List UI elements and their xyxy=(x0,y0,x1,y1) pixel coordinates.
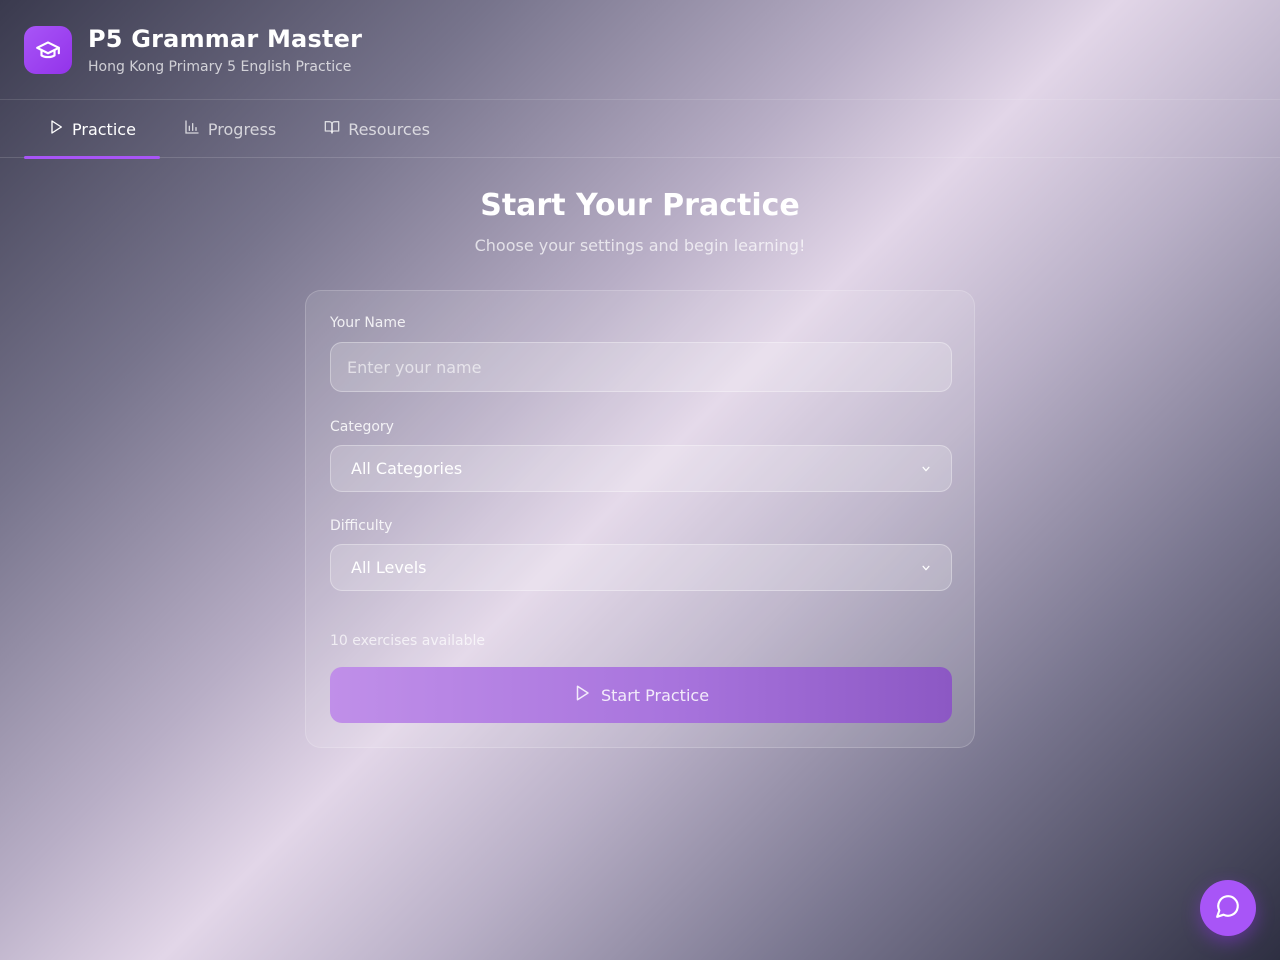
bar-chart-icon xyxy=(184,119,200,139)
app-title: P5 Grammar Master xyxy=(88,24,363,53)
practice-settings-card: Your Name Category All Categories Diffic… xyxy=(305,290,975,748)
tab-resources-label: Resources xyxy=(348,119,430,139)
tab-practice-label: Practice xyxy=(72,119,136,139)
page-title: Start Your Practice xyxy=(480,188,800,223)
play-icon xyxy=(48,119,64,139)
graduation-cap-icon xyxy=(24,25,72,74)
chat-button[interactable] xyxy=(1200,880,1256,936)
category-selected-value: All Categories xyxy=(351,459,463,478)
start-practice-label: Start Practice xyxy=(600,685,710,705)
play-icon xyxy=(573,684,591,706)
chat-bubble-icon xyxy=(1215,893,1241,923)
app-title-block: P5 Grammar Master Hong Kong Primary 5 En… xyxy=(88,25,362,75)
app-subtitle: Hong Kong Primary 5 English Practice xyxy=(88,58,352,75)
name-input[interactable] xyxy=(330,342,952,392)
book-open-icon xyxy=(324,119,340,139)
difficulty-selected-value: All Levels xyxy=(351,558,427,577)
exercise-count: 10 exercises available xyxy=(330,633,485,649)
category-label: Category xyxy=(330,419,394,435)
difficulty-select[interactable]: All Levels xyxy=(330,544,952,591)
category-select[interactable]: All Categories xyxy=(330,445,952,492)
difficulty-label: Difficulty xyxy=(330,518,393,534)
tab-progress[interactable]: Progress xyxy=(160,100,300,158)
tab-resources[interactable]: Resources xyxy=(300,100,454,158)
tab-progress-label: Progress xyxy=(207,119,277,139)
main-tabs: Practice Progress Resources xyxy=(0,100,1280,159)
start-practice-button[interactable]: Start Practice xyxy=(330,667,952,723)
chevron-down-icon xyxy=(921,459,931,478)
app-header: P5 Grammar Master Hong Kong Primary 5 En… xyxy=(0,0,1280,100)
page-subtitle: Choose your settings and begin learning! xyxy=(474,236,806,255)
chevron-down-icon xyxy=(921,558,931,577)
tab-practice[interactable]: Practice xyxy=(24,100,160,159)
name-label: Your Name xyxy=(330,315,406,331)
